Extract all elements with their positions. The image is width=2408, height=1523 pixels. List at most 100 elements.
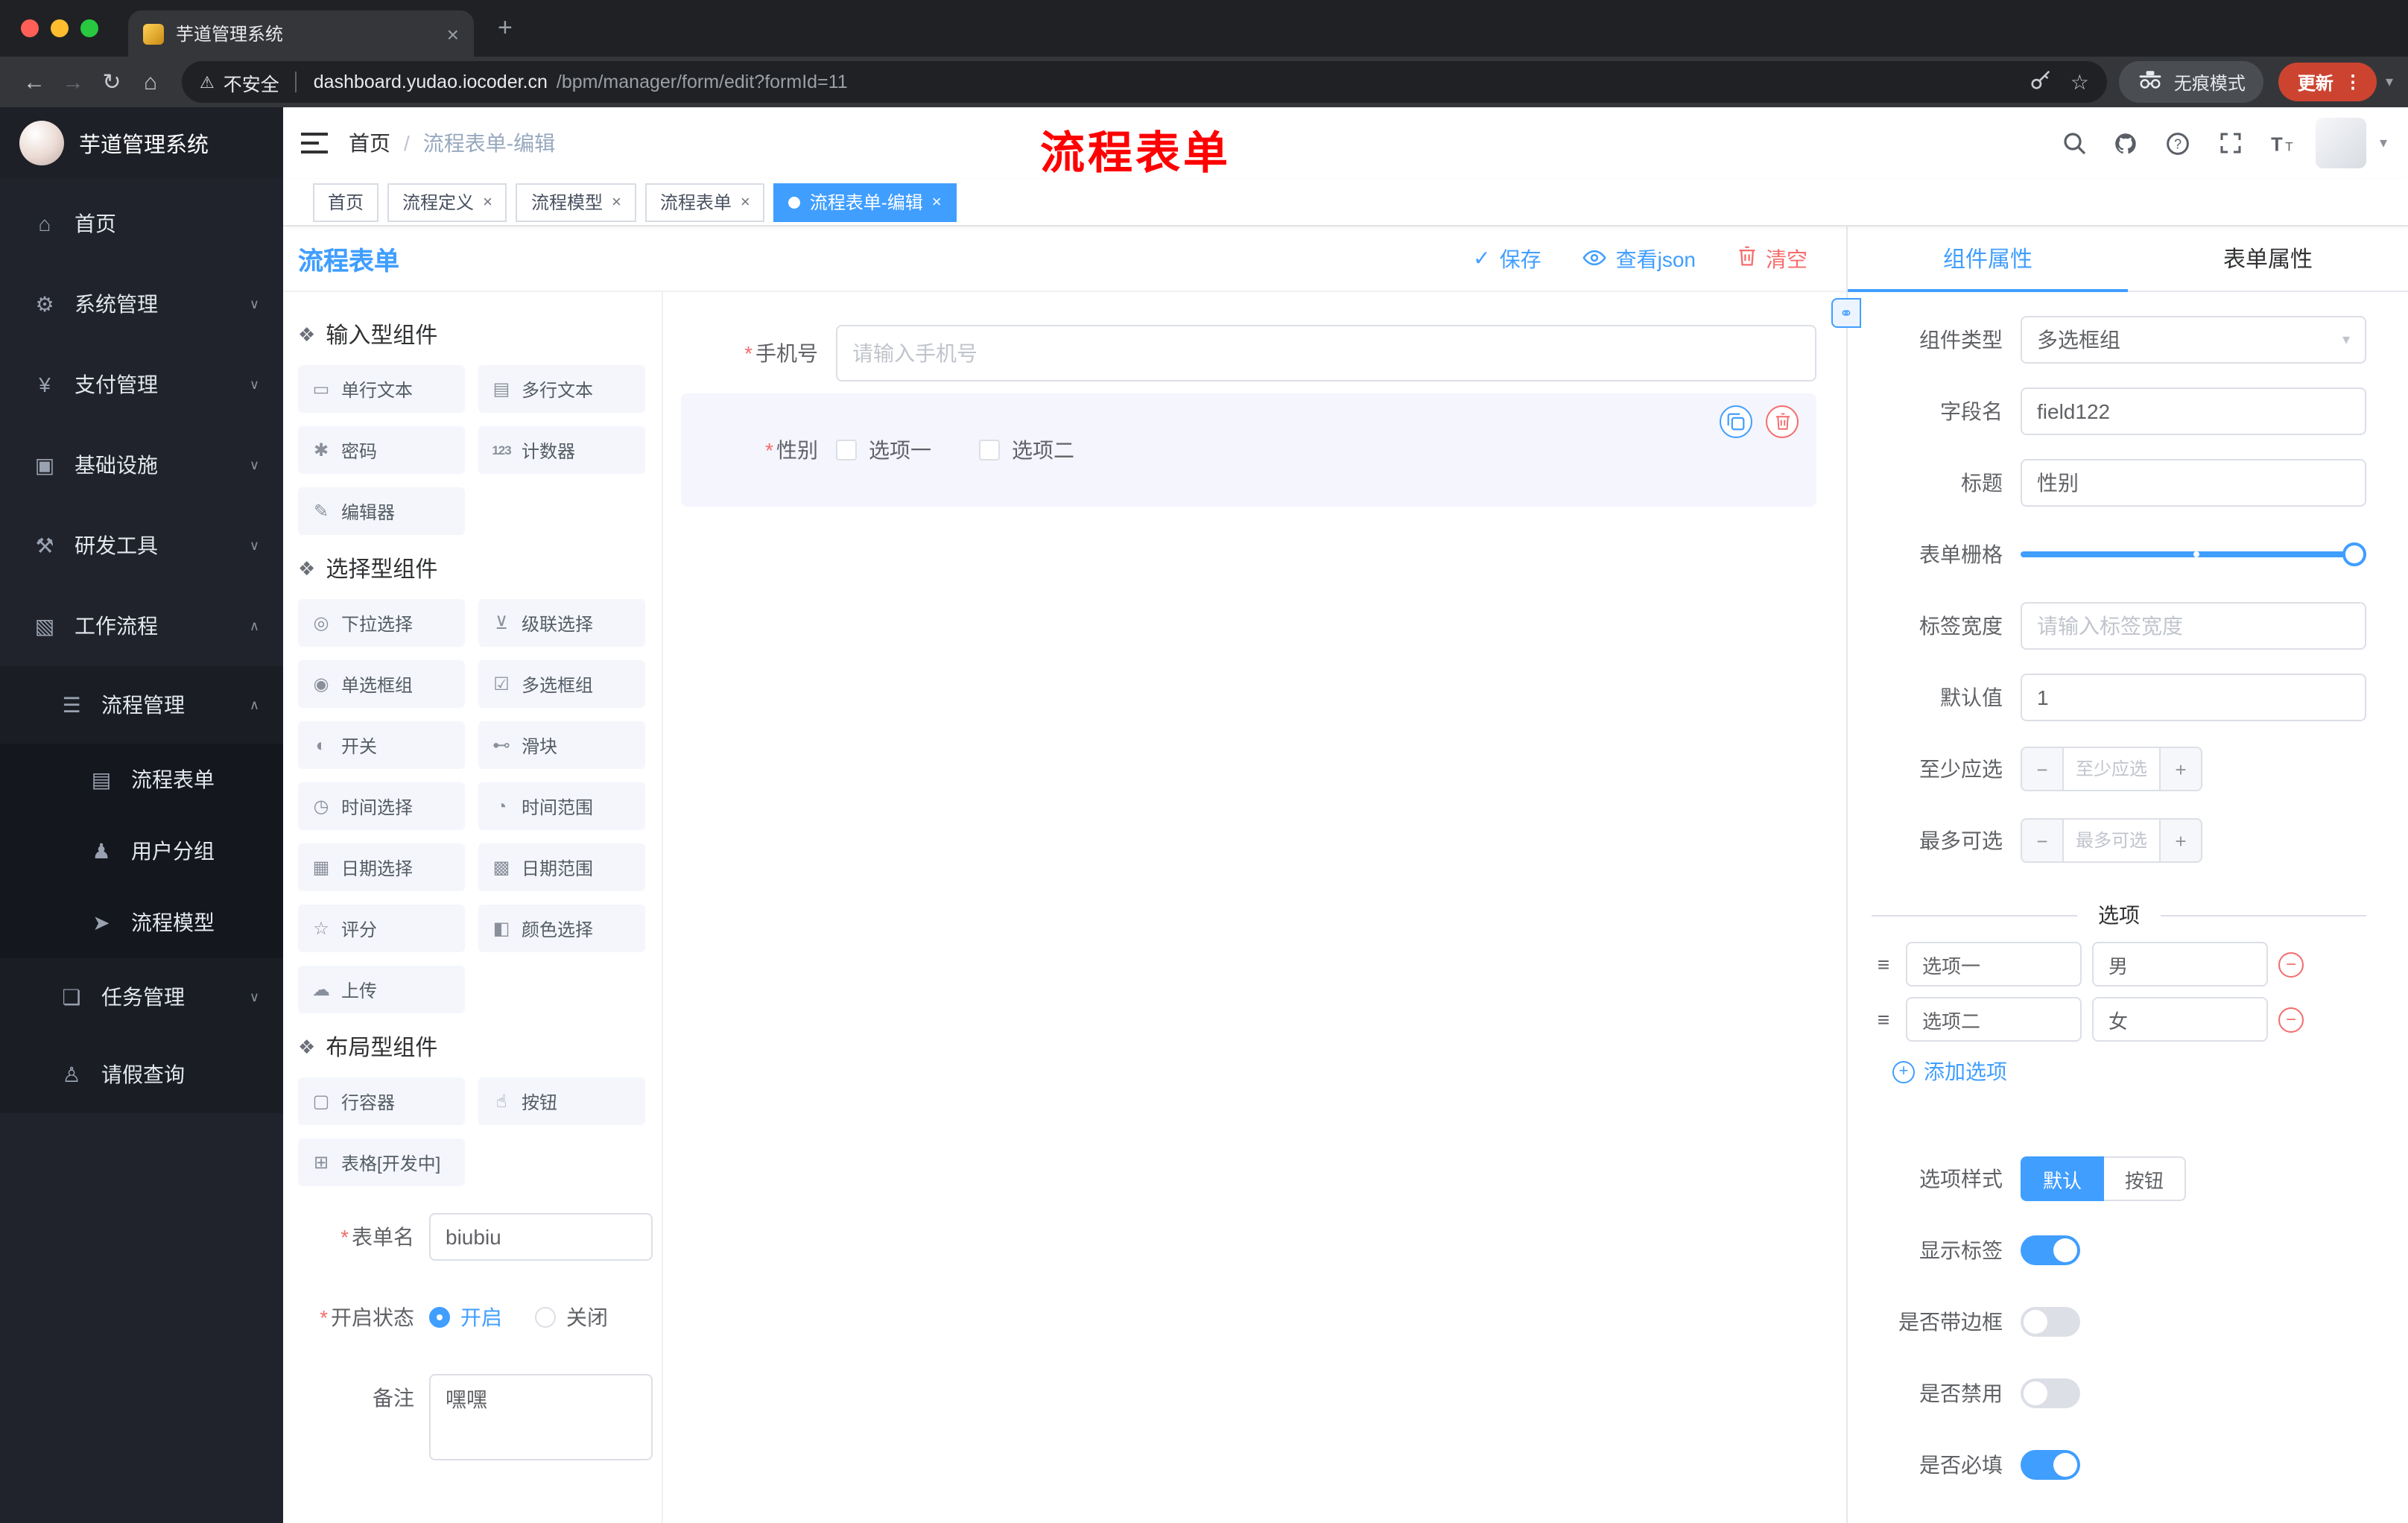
tag-close-icon[interactable]: × [612,193,621,211]
min-select-input[interactable] [2064,748,2159,790]
reload-icon[interactable]: ↻ [92,69,131,95]
window-zoom-button[interactable] [80,19,98,37]
hamburger-icon[interactable] [301,133,328,153]
tag-close-icon[interactable]: × [741,193,750,211]
save-button[interactable]: ✓ 保存 [1473,244,1541,273]
remove-option-button[interactable]: − [2278,1007,2304,1032]
option-value-input[interactable] [2092,942,2268,987]
status-off-radio[interactable]: 关闭 [535,1302,608,1332]
palette-item-time-picker[interactable]: ◷ 时间选择 [298,782,465,830]
stepper-minus-button[interactable]: − [2022,748,2064,790]
palette-item-cascader[interactable]: ⊻ 级联选择 [478,599,645,647]
font-size-icon[interactable]: TT [2263,124,2302,162]
browser-menu-dots-icon[interactable]: ⋮ [2344,72,2362,92]
bookmark-star-icon[interactable]: ☆ [2070,69,2089,95]
label-width-input[interactable] [2021,602,2366,650]
forward-icon[interactable]: → [54,69,92,95]
tag-process-form[interactable]: 流程表单 × [644,183,765,221]
breadcrumb-home[interactable]: 首页 [349,128,390,158]
title-input[interactable] [2021,459,2366,507]
duplicate-component-button[interactable] [1720,405,1752,438]
palette-item-radio-group[interactable]: ◉ 单选框组 [298,660,465,708]
disabled-toggle[interactable] [2021,1378,2080,1408]
option-value-input[interactable] [2092,997,2268,1042]
palette-item-date-picker[interactable]: ▦ 日期选择 [298,843,465,891]
key-icon[interactable] [2030,69,2053,95]
palette-item-editor[interactable]: ✎ 编辑器 [298,487,465,535]
panel-link-tag[interactable]: ⚭ [1831,298,1861,328]
required-toggle[interactable] [2021,1450,2080,1480]
sidebar-item-leave-query[interactable]: ♙ 请假查询 [0,1036,283,1113]
tag-process-definition[interactable]: 流程定义 × [387,183,507,221]
canvas-field-gender-selected[interactable]: * 性别 选项一 选项二 [681,393,1816,507]
default-value-input[interactable] [2021,674,2366,721]
phone-input[interactable] [836,325,1816,381]
palette-item-rate[interactable]: ☆ 评分 [298,905,465,952]
border-toggle[interactable] [2021,1307,2080,1337]
sidebar-item-infrastructure[interactable]: ▣ 基础设施 ∨ [0,425,283,505]
palette-item-password[interactable]: ✱ 密码 [298,426,465,474]
search-icon[interactable] [2055,124,2094,162]
sidebar-item-user-groups[interactable]: ♟ 用户分组 [0,815,283,887]
field-name-input[interactable] [2021,387,2366,435]
option-label-input[interactable] [1906,942,2082,987]
tag-process-model[interactable]: 流程模型 × [516,183,636,221]
clear-button[interactable]: 清空 [1737,244,1807,273]
remove-option-button[interactable]: − [2278,952,2304,977]
palette-item-switch[interactable]: ◐ 开关 [298,721,465,769]
form-remark-textarea[interactable]: 嘿嘿 [429,1374,653,1460]
sidebar-item-home[interactable]: ⌂ 首页 [0,183,283,264]
palette-item-button[interactable]: ☝ 按钮 [478,1077,645,1125]
add-option-button[interactable]: + 添加选项 [1892,1057,2366,1086]
palette-item-time-range[interactable]: ◔ 时间范围 [478,782,645,830]
tag-process-form-edit[interactable]: 流程表单-编辑 × [773,183,957,221]
palette-item-color-picker[interactable]: ◧ 颜色选择 [478,905,645,952]
tab-form-props[interactable]: 表单属性 [2128,227,2408,291]
component-type-select[interactable]: 多选框组 ▾ [2021,316,2366,364]
window-close-button[interactable] [21,19,39,37]
new-tab-button[interactable]: + [498,13,513,43]
sidebar-item-process-model[interactable]: ➤ 流程模型 [0,887,283,958]
form-grid-slider[interactable] [2021,542,2366,566]
max-select-input[interactable] [2064,820,2159,861]
update-browser-button[interactable]: 更新 ⋮ [2278,63,2377,101]
show-label-toggle[interactable] [2021,1235,2080,1265]
sidebar-item-dev-tools[interactable]: ⚒ 研发工具 ∨ [0,505,283,586]
browser-tab[interactable]: 芋道管理系统 × [128,10,474,57]
tag-close-icon[interactable]: × [483,193,492,211]
delete-component-button[interactable] [1766,405,1799,438]
window-minimize-button[interactable] [51,19,69,37]
toolbar-overflow-caret-icon[interactable]: ▾ [2386,74,2393,90]
help-icon[interactable]: ? [2159,124,2198,162]
palette-item-single-line-text[interactable]: ▭ 单行文本 [298,365,465,413]
option-style-button-mode-button[interactable]: 按钮 [2104,1156,2187,1201]
gender-option-1-checkbox[interactable]: 选项一 [836,435,931,465]
status-on-radio[interactable]: 开启 [429,1302,502,1332]
sidebar-item-task-management[interactable]: ❏ 任务管理 ∨ [0,958,283,1036]
palette-item-upload[interactable]: ☁ 上传 [298,966,465,1013]
tag-close-icon[interactable]: × [932,193,942,211]
option-style-default-button[interactable]: 默认 [2021,1156,2105,1201]
tab-close-icon[interactable]: × [447,22,459,45]
palette-item-select[interactable]: ◎ 下拉选择 [298,599,465,647]
sidebar-item-process-management[interactable]: ☰ 流程管理 ∧ [0,666,283,744]
palette-item-date-range[interactable]: ▩ 日期范围 [478,843,645,891]
sidebar-item-workflow[interactable]: ▧ 工作流程 ∧ [0,586,283,666]
sidebar-item-process-form[interactable]: ▤ 流程表单 [0,744,283,815]
user-avatar[interactable] [2315,118,2366,168]
form-name-input[interactable] [429,1213,653,1261]
palette-item-row-container[interactable]: ▢ 行容器 [298,1077,465,1125]
security-label[interactable]: 不安全 [224,68,279,96]
tab-component-props[interactable]: 组件属性 [1848,227,2128,292]
fullscreen-icon[interactable] [2211,124,2250,162]
drag-handle-icon[interactable]: ≡ [1872,952,1895,976]
option-label-input[interactable] [1906,997,2082,1042]
stepper-minus-button[interactable]: − [2022,820,2064,861]
stepper-plus-button[interactable]: + [2159,820,2201,861]
view-json-button[interactable]: 查看json [1582,244,1696,273]
sidebar-item-payment-management[interactable]: ¥ 支付管理 ∨ [0,344,283,425]
avatar-caret-icon[interactable]: ▾ [2380,135,2387,151]
palette-item-slider[interactable]: ⊷ 滑块 [478,721,645,769]
palette-item-table[interactable]: ⊞ 表格[开发中] [298,1139,465,1186]
canvas-field-phone[interactable]: * 手机号 [681,325,1816,381]
